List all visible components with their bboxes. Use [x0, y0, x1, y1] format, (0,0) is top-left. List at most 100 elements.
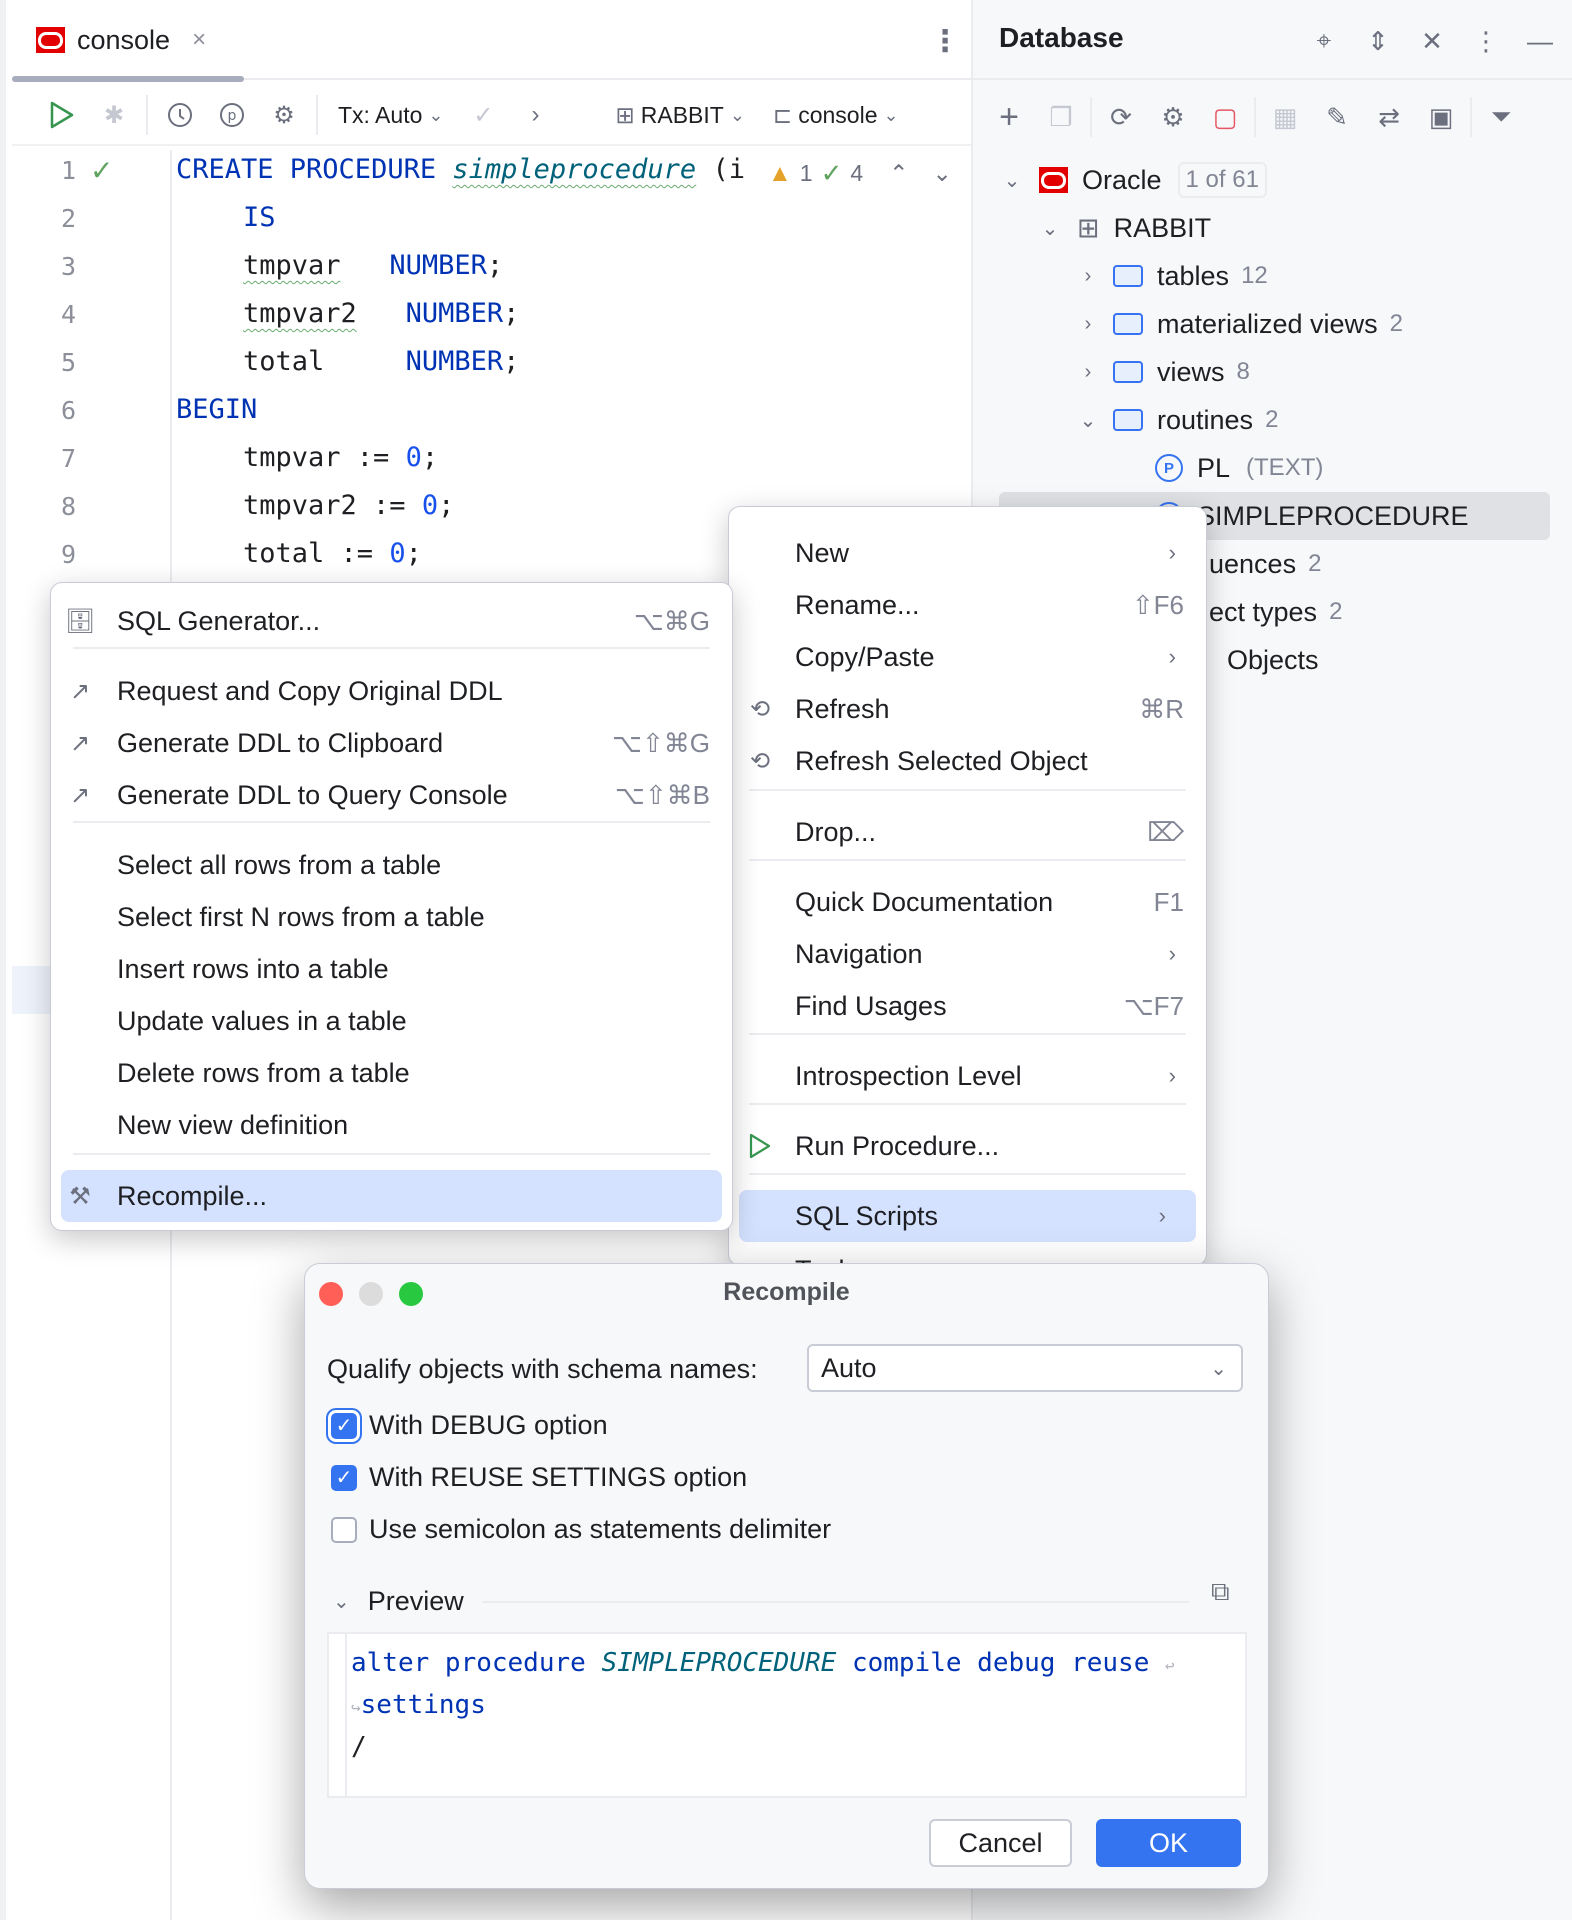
menu-item-run-procedure[interactable]: Run Procedure...: [729, 1120, 1206, 1172]
chevron-down-icon: ⌄: [883, 104, 899, 125]
menu-item-introspection-level[interactable]: Introspection Level ›: [729, 1050, 1206, 1102]
checkbox-label: Use semicolon as statements delimiter: [369, 1514, 832, 1544]
sql-preview-editor[interactable]: alter procedure SIMPLEPROCEDURE compile …: [327, 1632, 1247, 1798]
preview-section-toggle[interactable]: ⌄ Preview: [327, 1586, 1247, 1617]
menu-item-new[interactable]: New ›: [729, 527, 1206, 579]
chevron-right-icon[interactable]: ›: [1073, 265, 1103, 288]
expand-all-icon[interactable]: ⇕: [1357, 20, 1399, 62]
code-line-8[interactable]: tmpvar2 := 0;: [243, 490, 454, 521]
debug-icon[interactable]: ✱: [88, 95, 140, 135]
tree-node-pl[interactable]: P PL (TEXT): [1155, 445, 1323, 491]
session-dropdown[interactable]: ⊏ console ⌄: [759, 102, 913, 129]
chevron-right-icon[interactable]: ›: [1073, 313, 1103, 336]
code-line-7[interactable]: tmpvar := 0;: [243, 442, 438, 473]
code-number: 0: [389, 538, 406, 569]
chevron-right-icon[interactable]: ›: [509, 95, 561, 135]
collapse-all-icon[interactable]: ✕: [1411, 20, 1453, 62]
code-line-5[interactable]: total NUMBER;: [243, 346, 519, 377]
menu-item-delete-rows-from-a-table[interactable]: Delete rows from a table: [51, 1047, 732, 1099]
cancel-button[interactable]: Cancel: [929, 1819, 1072, 1867]
checkbox[interactable]: [331, 1516, 357, 1543]
menu-item-refresh[interactable]: ⟲ Refresh ⌘R: [729, 683, 1206, 735]
add-icon[interactable]: +: [983, 94, 1035, 140]
checkbox[interactable]: ✓: [331, 1464, 357, 1491]
code-text: ;: [405, 538, 422, 569]
schema-dropdown[interactable]: ⊞ RABBIT ⌄: [601, 102, 758, 129]
menu-item-new-view-definition[interactable]: New view definition: [51, 1099, 732, 1151]
debug-option-checkbox[interactable]: ✓ With DEBUG option: [331, 1410, 608, 1441]
refresh-icon[interactable]: ⟳: [1095, 94, 1147, 140]
copy-properties-icon[interactable]: ❐: [1035, 94, 1087, 140]
menu-item-request-and-copy-original-ddl[interactable]: ↗ Request and Copy Original DDL: [51, 665, 732, 717]
disconnect-icon[interactable]: ▢: [1199, 94, 1251, 140]
code-line-1[interactable]: CREATE PROCEDURE simpleprocedure (i: [176, 154, 745, 185]
tree-node-routines[interactable]: ⌄ routines 2: [1073, 397, 1279, 443]
ok-button[interactable]: OK: [1096, 1819, 1241, 1867]
query-console-icon[interactable]: ▣: [1415, 94, 1467, 140]
menu-item-refresh-selected-object[interactable]: ⟲ Refresh Selected Object: [729, 735, 1206, 787]
chevron-right-icon: ›: [1168, 1063, 1176, 1088]
code-variable: tmpvar: [243, 442, 341, 473]
menu-item-sql-generator[interactable]: 🗄 SQL Generator... ⌥⌘G: [51, 595, 732, 647]
chevron-down-icon[interactable]: ⌄: [997, 168, 1027, 193]
menu-item-find-usages[interactable]: Find Usages ⌥F7: [729, 980, 1206, 1032]
edit-pencil-icon[interactable]: ✎: [1311, 94, 1363, 140]
schema-count-badge[interactable]: 1 of 61: [1177, 162, 1267, 198]
menu-item-quick-documentation[interactable]: Quick Documentation F1: [729, 876, 1206, 928]
tree-node-materialized-views[interactable]: › materialized views 2: [1073, 301, 1403, 347]
folder-icon: [1113, 409, 1143, 431]
parameters-icon[interactable]: p: [206, 95, 258, 135]
tree-node-oracle[interactable]: ⌄ Oracle 1 of 61: [997, 157, 1267, 203]
chevron-up-icon[interactable]: ⌃: [889, 160, 908, 187]
menu-item-rename[interactable]: Rename... ⇧F6: [729, 579, 1206, 631]
schema-label: RABBIT: [640, 101, 724, 128]
menu-item-recompile[interactable]: ⚒ Recompile...: [61, 1170, 722, 1222]
menu-item-generate-ddl-to-clipboard[interactable]: ↗ Generate DDL to Clipboard ⌥⇧⌘G: [51, 717, 732, 769]
tree-node-views[interactable]: › views 8: [1073, 349, 1250, 395]
menu-item-insert-rows-into-a-table[interactable]: Insert rows into a table: [51, 943, 732, 995]
minimize-icon[interactable]: —: [1519, 20, 1561, 62]
preview-line-3: /: [351, 1732, 367, 1762]
toolbar-separator: [316, 95, 318, 135]
commit-check-icon[interactable]: ✓: [457, 95, 509, 135]
open-in-editor-icon[interactable]: ⧉: [1211, 1576, 1230, 1608]
chevron-right-icon[interactable]: ›: [1073, 361, 1103, 384]
code-line-3[interactable]: tmpvar NUMBER;: [243, 250, 503, 281]
more-options-icon[interactable]: ⋮: [930, 24, 960, 59]
checkbox[interactable]: ✓: [331, 1412, 357, 1439]
code-line-4[interactable]: tmpvar2 NUMBER;: [243, 298, 519, 329]
transaction-mode-dropdown[interactable]: Tx: Auto ⌄: [324, 102, 457, 129]
code-line-6[interactable]: BEGIN: [176, 394, 257, 425]
locate-crosshair-icon[interactable]: ⌖: [1303, 20, 1345, 62]
menu-item-sql-scripts[interactable]: SQL Scripts ›: [739, 1190, 1196, 1242]
properties-gear-icon[interactable]: ⚙: [1147, 94, 1199, 140]
menu-item-select-all-rows-from-a-table[interactable]: Select all rows from a table: [51, 839, 732, 891]
code-line-2[interactable]: IS: [243, 202, 276, 233]
reuse-settings-checkbox[interactable]: ✓ With REUSE SETTINGS option: [331, 1462, 747, 1493]
chevron-down-icon[interactable]: ⌄: [1073, 408, 1103, 433]
qualify-schema-select[interactable]: Auto ⌄: [807, 1344, 1243, 1392]
more-options-icon[interactable]: ⋮: [1465, 20, 1507, 62]
menu-item-drop[interactable]: Drop... ⌦: [729, 806, 1206, 858]
tab-console[interactable]: console ×: [36, 20, 206, 60]
menu-item-select-first-n-rows-from-a-table[interactable]: Select first N rows from a table: [51, 891, 732, 943]
compare-arrows-icon[interactable]: ⇄: [1363, 94, 1415, 140]
inspections-widget[interactable]: ▲ 1 ✓ 4 ⌃ ⌄: [768, 158, 952, 189]
tree-node-rabbit-schema[interactable]: ⌄ ⊞ RABBIT: [1035, 205, 1212, 251]
tree-node-tables[interactable]: › tables 12: [1073, 253, 1268, 299]
code-line-9[interactable]: total := 0;: [243, 538, 422, 569]
run-icon[interactable]: [36, 95, 88, 135]
semicolon-delimiter-checkbox[interactable]: Use semicolon as statements delimiter: [331, 1514, 831, 1545]
filter-icon[interactable]: ⏷: [1475, 94, 1527, 140]
menu-item-copy-paste[interactable]: Copy/Paste ›: [729, 631, 1206, 683]
table-editor-icon[interactable]: ▦: [1259, 94, 1311, 140]
warning-count: 1: [799, 160, 813, 186]
chevron-down-icon[interactable]: ⌄: [932, 160, 951, 187]
menu-item-update-values-in-a-table[interactable]: Update values in a table: [51, 995, 732, 1047]
settings-gear-icon[interactable]: ⚙: [258, 95, 310, 135]
menu-item-generate-ddl-to-query-console[interactable]: ↗ Generate DDL to Query Console ⌥⇧⌘B: [51, 769, 732, 821]
close-icon[interactable]: ×: [192, 26, 206, 54]
menu-item-navigation[interactable]: Navigation ›: [729, 928, 1206, 980]
history-icon[interactable]: [154, 95, 206, 135]
chevron-down-icon[interactable]: ⌄: [1035, 216, 1065, 241]
